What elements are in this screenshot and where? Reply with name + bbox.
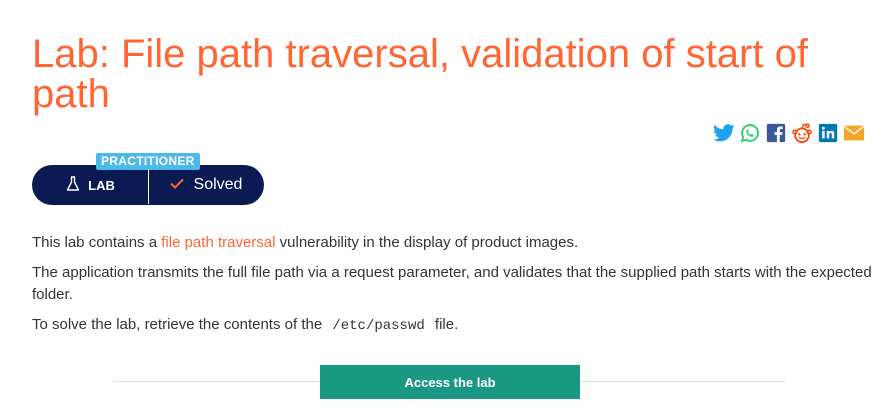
description-text: To solve the lab, retrieve the contents … [32,316,327,333]
checkmark-icon [169,176,184,194]
description-paragraph-1: This lab contains a file path traversal … [32,232,872,254]
passwd-path-code: /etc/passwd [332,318,425,334]
lab-type: LAB [33,166,149,204]
linkedin-icon[interactable] [817,122,839,144]
flask-icon [66,175,80,195]
lab-status-pill: LAB Solved [33,166,263,204]
share-bar [713,122,865,144]
description-paragraph-3: To solve the lab, retrieve the contents … [32,314,872,337]
description-text: This lab contains a [32,234,162,251]
description-text: vulnerability in the display of product … [275,234,579,251]
lab-label: LAB [88,177,115,193]
description-paragraph-2: The application transmits the full file … [32,264,872,303]
facebook-icon[interactable] [765,122,787,144]
access-lab-button[interactable]: Access the lab [320,365,580,399]
reddit-icon[interactable] [791,122,813,144]
level-badge: PRACTITIONER [96,153,200,170]
lab-description: This lab contains a file path traversal … [32,232,872,345]
description-text: file. [430,316,459,333]
status-text: Solved [193,176,243,193]
twitter-icon[interactable] [713,122,735,144]
lab-solved-status: Solved [149,166,263,204]
file-path-traversal-link[interactable]: file path traversal [161,234,275,251]
whatsapp-icon[interactable] [739,122,761,144]
email-icon[interactable] [843,122,865,144]
page-title: Lab: File path traversal, validation of … [32,32,808,116]
